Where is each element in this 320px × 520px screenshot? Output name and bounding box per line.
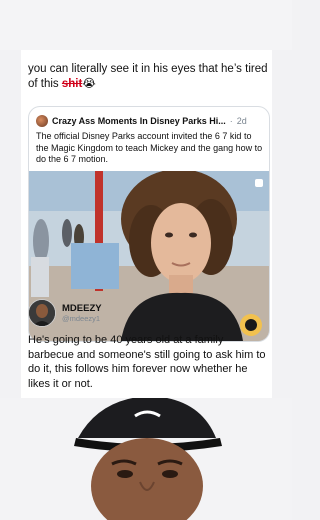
- author-row: MDEEZY @mdeezy1: [28, 298, 102, 328]
- video-control-icon[interactable]: [255, 179, 263, 187]
- author-names: MDEEZY @mdeezy1: [62, 303, 102, 324]
- author-handle[interactable]: @mdeezy1: [62, 314, 102, 324]
- top-blank-area: [0, 0, 292, 50]
- avatar[interactable]: [28, 299, 56, 327]
- post-card: you can literally see it in his eyes tha…: [21, 50, 272, 398]
- quoted-account-avatar: [36, 115, 48, 127]
- post-body-text: He's going to be 40 years old at a famil…: [28, 334, 266, 390]
- caption-strike-word: shit: [61, 78, 83, 90]
- caption: you can literally see it in his eyes tha…: [28, 62, 268, 92]
- quoted-account-name[interactable]: Crazy Ass Moments In Disney Parks Hi...: [52, 116, 226, 126]
- creator-video[interactable]: [0, 398, 292, 520]
- quoted-post-header: Crazy Ass Moments In Disney Parks Hi... …: [36, 114, 262, 128]
- creator-video-illustration: [0, 398, 292, 520]
- quoted-post-separator: ·: [229, 116, 233, 126]
- author-name[interactable]: MDEEZY: [62, 303, 102, 314]
- avatar-portrait-illustration: [29, 300, 55, 326]
- crying-emoji-icon: 😭: [82, 78, 96, 90]
- quoted-post-text: The official Disney Parks account invite…: [36, 131, 263, 164]
- quoted-post-age: 2d: [236, 116, 247, 126]
